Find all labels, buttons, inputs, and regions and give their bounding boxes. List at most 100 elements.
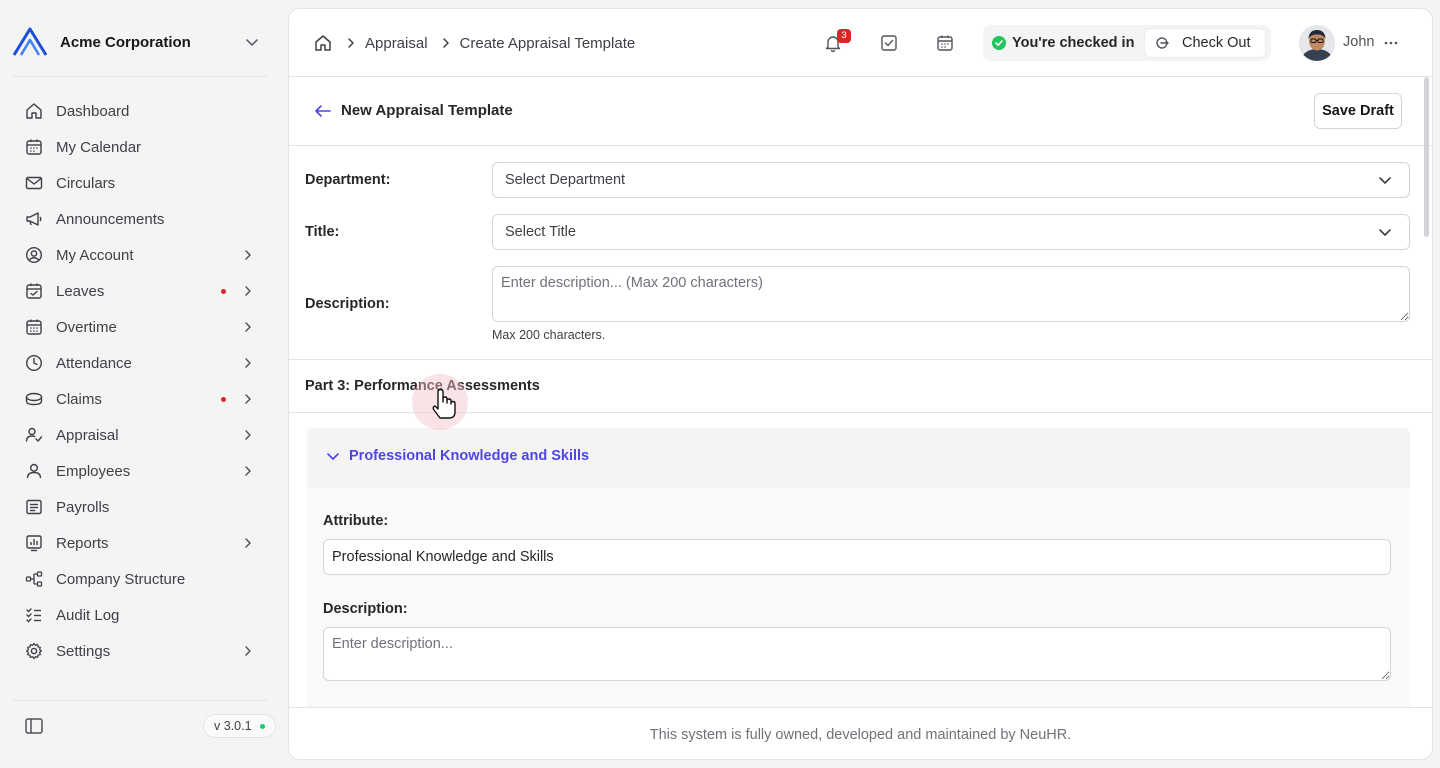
accordion-description-label: Description: bbox=[323, 601, 408, 617]
chevron-right-icon bbox=[438, 35, 454, 51]
checkbox-icon[interactable] bbox=[879, 33, 899, 53]
clock-icon bbox=[24, 353, 44, 373]
attribute-input[interactable] bbox=[323, 539, 1391, 575]
chevron-right-icon bbox=[240, 427, 256, 443]
version-badge: v 3.0.1 bbox=[203, 714, 276, 738]
gear-icon bbox=[24, 641, 44, 661]
breadcrumb: Appraisal Create Appraisal Template bbox=[313, 33, 635, 53]
sidebar-item-dashboard[interactable]: Dashboard bbox=[12, 93, 268, 129]
checklist-icon bbox=[24, 605, 44, 625]
sidebar-item-audit-log[interactable]: Audit Log bbox=[12, 597, 268, 633]
attendance-widget: You're checked in Check Out bbox=[983, 25, 1271, 61]
home-icon bbox=[24, 101, 44, 121]
org-switcher[interactable]: Acme Corporation bbox=[12, 24, 268, 60]
sidebar-item-settings[interactable]: Settings bbox=[12, 633, 268, 669]
sidebar-nav: Dashboard My Calendar Circulars Announcemen… bbox=[12, 93, 268, 669]
more-horizontal-icon[interactable] bbox=[1381, 33, 1401, 53]
chevron-right-icon bbox=[240, 319, 256, 335]
sidebar-item-claims[interactable]: Claims bbox=[12, 381, 268, 417]
avatar[interactable] bbox=[1299, 25, 1335, 61]
chevron-down-icon[interactable] bbox=[242, 32, 262, 52]
footer-text: This system is fully owned, developed an… bbox=[649, 726, 1072, 743]
sidebar-item-my-calendar[interactable]: My Calendar bbox=[12, 129, 268, 165]
title-select-value: Select Title bbox=[505, 224, 576, 240]
sidebar: Acme Corporation Dashboard My Calendar Cir… bbox=[0, 0, 280, 768]
sidebar-item-my-account[interactable]: My Account bbox=[12, 237, 268, 273]
accordion-title: Professional Knowledge and Skills bbox=[349, 448, 590, 464]
calendar-check-icon bbox=[24, 281, 44, 301]
footer: This system is fully owned, developed an… bbox=[289, 707, 1432, 759]
sidebar-item-label: Announcements bbox=[56, 210, 165, 228]
company-logo-icon bbox=[12, 26, 48, 58]
divider bbox=[12, 700, 268, 701]
department-select[interactable]: Select Department bbox=[492, 162, 1410, 198]
notification-count-badge: 3 bbox=[837, 29, 851, 43]
sidebar-item-label: Claims bbox=[56, 390, 102, 408]
chevron-right-icon bbox=[240, 391, 256, 407]
sidebar-item-circulars[interactable]: Circulars bbox=[12, 165, 268, 201]
sidebar-item-label: Leaves bbox=[56, 282, 105, 300]
breadcrumb-appraisal[interactable]: Appraisal bbox=[365, 35, 428, 52]
breadcrumb-current: Create Appraisal Template bbox=[459, 34, 636, 52]
chevron-down-icon bbox=[323, 446, 343, 466]
receipt-icon bbox=[24, 497, 44, 517]
top-bar: Appraisal Create Appraisal Template 3 Yo… bbox=[289, 9, 1432, 77]
sidebar-item-payrolls[interactable]: Payrolls bbox=[12, 489, 268, 525]
sidebar-toggle-icon[interactable] bbox=[24, 716, 44, 736]
sidebar-item-label: Employees bbox=[56, 462, 131, 480]
save-draft-button[interactable]: Save Draft bbox=[1314, 93, 1402, 129]
sidebar-item-reports[interactable]: Reports bbox=[12, 525, 268, 561]
sidebar-item-announcements[interactable]: Announcements bbox=[12, 201, 268, 237]
department-select-value: Select Department bbox=[505, 172, 626, 188]
sidebar-item-overtime[interactable]: Overtime bbox=[12, 309, 268, 345]
sidebar-item-appraisal[interactable]: Appraisal bbox=[12, 417, 268, 453]
user-circle-icon bbox=[24, 245, 44, 265]
sidebar-item-attendance[interactable]: Attendance bbox=[12, 345, 268, 381]
chevron-right-icon bbox=[343, 35, 359, 51]
department-label: Department: bbox=[305, 172, 391, 188]
chevron-right-icon bbox=[240, 643, 256, 659]
sidebar-item-label: My Calendar bbox=[56, 138, 142, 156]
user-name[interactable]: John bbox=[1343, 34, 1374, 50]
megaphone-icon bbox=[24, 209, 44, 229]
chevron-right-icon bbox=[240, 463, 256, 479]
page-title: New Appraisal Template bbox=[341, 102, 513, 119]
org-name: Acme Corporation bbox=[60, 33, 191, 51]
description-textarea[interactable] bbox=[492, 266, 1410, 322]
notification-dot bbox=[221, 288, 226, 294]
logout-icon bbox=[1154, 35, 1170, 51]
coins-icon bbox=[24, 389, 44, 409]
check-out-button[interactable]: Check Out bbox=[1145, 29, 1265, 57]
sidebar-item-label: Payrolls bbox=[56, 498, 110, 516]
accordion-description-textarea[interactable] bbox=[323, 627, 1391, 681]
sidebar-item-leaves[interactable]: Leaves bbox=[12, 273, 268, 309]
chevron-down-icon bbox=[1375, 170, 1395, 190]
main-panel: Appraisal Create Appraisal Template 3 Yo… bbox=[288, 8, 1433, 760]
title-select[interactable]: Select Title bbox=[492, 214, 1410, 250]
scrollbar[interactable] bbox=[1424, 77, 1429, 237]
arrow-left-icon[interactable] bbox=[313, 101, 333, 121]
version-label: v 3.0.1 bbox=[214, 719, 252, 733]
user-check-icon bbox=[24, 425, 44, 445]
checkin-status: You're checked in bbox=[1012, 35, 1135, 51]
page-header: New Appraisal Template Save Draft bbox=[289, 77, 1432, 146]
calendar-icon[interactable] bbox=[935, 33, 955, 53]
check-out-label: Check Out bbox=[1182, 35, 1251, 51]
sidebar-item-company-structure[interactable]: Company Structure bbox=[12, 561, 268, 597]
accordion-header[interactable]: Professional Knowledge and Skills bbox=[307, 428, 1410, 484]
calendar-icon bbox=[24, 137, 44, 157]
mail-icon bbox=[24, 173, 44, 193]
sidebar-item-label: Dashboard bbox=[56, 102, 130, 120]
description-label: Description: bbox=[305, 296, 390, 312]
attribute-label: Attribute: bbox=[323, 513, 389, 529]
sidebar-item-label: My Account bbox=[56, 246, 134, 264]
chevron-right-icon bbox=[240, 355, 256, 371]
calendar-grid-icon bbox=[24, 317, 44, 337]
hierarchy-icon bbox=[24, 569, 44, 589]
divider bbox=[12, 76, 268, 77]
description-hint: Max 200 characters. bbox=[492, 328, 606, 342]
chevron-right-icon bbox=[240, 535, 256, 551]
sidebar-item-employees[interactable]: Employees bbox=[12, 453, 268, 489]
home-icon[interactable] bbox=[313, 33, 333, 53]
sidebar-item-label: Audit Log bbox=[56, 606, 120, 624]
